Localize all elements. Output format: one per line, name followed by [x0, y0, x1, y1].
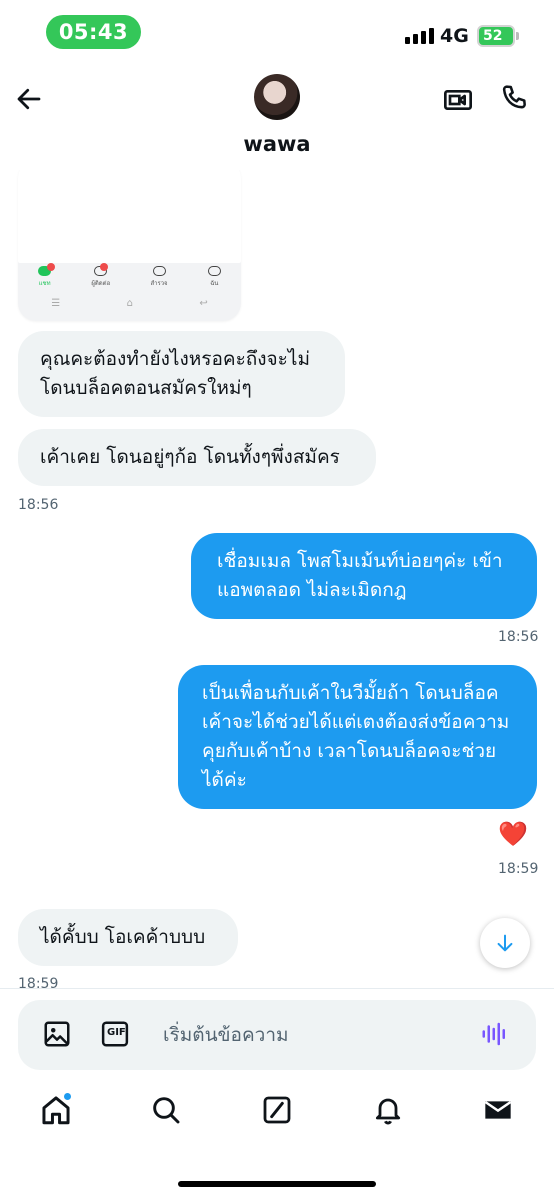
- scroll-to-bottom-button[interactable]: [480, 918, 530, 968]
- message-timestamp: 18:59: [498, 861, 539, 877]
- voice-wave-icon: [482, 1022, 505, 1046]
- media-button[interactable]: [42, 1019, 74, 1051]
- arrow-down-icon: [497, 934, 513, 952]
- attachment-tab-contacts: ผู้ติดต่อ: [91, 263, 111, 288]
- bottom-navigation: [0, 1088, 554, 1148]
- battery-icon: 52: [477, 25, 515, 47]
- back-button[interactable]: [14, 84, 46, 116]
- contact-name[interactable]: wawa: [0, 132, 554, 156]
- compass-icon: [152, 266, 166, 276]
- message-timestamp: 18:56: [18, 497, 59, 513]
- attachment-tab-label: สำรวจ: [150, 280, 168, 287]
- grok-icon: [263, 1096, 291, 1124]
- status-bar: 05:43 4G 52: [0, 0, 554, 60]
- battery-level: 52: [483, 28, 503, 44]
- message-timestamp: 18:56: [498, 629, 539, 645]
- network-label: 4G: [440, 25, 469, 47]
- gif-button[interactable]: GIF: [100, 1019, 132, 1051]
- message-list[interactable]: แชท ผู้ติดต่อ สำรวจ ฉัน ☰ ⌂ ↩ คุณคะต้องท…: [0, 170, 554, 988]
- attachment-tab-bar: แชท ผู้ติดต่อ สำรวจ ฉัน: [18, 263, 241, 291]
- message-timestamp: 18:59: [18, 976, 59, 988]
- nav-grok[interactable]: [255, 1088, 299, 1132]
- attachment-nav-bar: ☰ ⌂ ↩: [18, 291, 241, 315]
- status-time: 05:43: [46, 15, 141, 49]
- voice-message-button[interactable]: [480, 1019, 512, 1051]
- attachment-tab-explore: สำรวจ: [150, 266, 168, 288]
- attachment-tab-label: แชท: [38, 280, 51, 287]
- video-call-button[interactable]: [442, 84, 474, 116]
- avatar[interactable]: [254, 74, 300, 120]
- home-indicator: [178, 1181, 376, 1187]
- message-bubble-incoming[interactable]: คุณคะต้องทำยังไงหรอคะถึงจะไม่โดนบล็อคตอน…: [18, 331, 345, 417]
- chat-header: wawa: [0, 60, 554, 170]
- badge-dot: [100, 263, 109, 271]
- person-icon: [207, 266, 221, 276]
- nav-search[interactable]: [144, 1088, 188, 1132]
- battery-tip: [516, 32, 519, 40]
- message-composer: GIF: [18, 1000, 536, 1070]
- message-bubble-outgoing[interactable]: เชื่อมเมล โพสโมเม้นท์บ่อยๆค่ะ เข้าแอพตลอ…: [191, 533, 537, 619]
- nav-notifications[interactable]: [366, 1088, 410, 1132]
- back-icon: ↩: [199, 297, 208, 309]
- attachment-tab-chat: แชท: [38, 263, 56, 288]
- composer-divider: [0, 988, 554, 989]
- attachment-tab-label: ฉัน: [210, 280, 219, 287]
- attachment-screen: [18, 170, 241, 263]
- message-bubble-incoming[interactable]: ได้คั้บบ โอเคค้าบบบ: [18, 909, 238, 966]
- bell-icon: [375, 1098, 401, 1125]
- image-icon: [44, 1021, 70, 1047]
- message-input[interactable]: [163, 1020, 463, 1050]
- attachment-tab-me: ฉัน: [207, 266, 221, 288]
- nav-messages[interactable]: [476, 1088, 520, 1132]
- home-icon: ⌂: [126, 297, 133, 309]
- search-icon: [153, 1097, 180, 1124]
- menu-icon: ☰: [51, 297, 61, 309]
- nav-home[interactable]: [34, 1088, 78, 1132]
- attachment-tab-label: ผู้ติดต่อ: [91, 280, 111, 287]
- voice-call-button[interactable]: [498, 82, 530, 114]
- message-bubble-outgoing[interactable]: เป็นเพื่อนกับเค้าในวีมั้ยถ้า โดนบล็อคเค้…: [178, 665, 537, 809]
- back-arrow-icon: [17, 88, 41, 110]
- envelope-icon: [484, 1101, 512, 1119]
- message-bubble-incoming[interactable]: เค้าเคย โดนอยู่ๆก้อ โดนทั้งๆพึ่งสมัคร: [18, 429, 376, 486]
- heart-reaction[interactable]: ❤️: [498, 820, 528, 848]
- image-attachment[interactable]: แชท ผู้ติดต่อ สำรวจ ฉัน ☰ ⌂ ↩: [18, 170, 241, 321]
- badge-dot: [47, 263, 56, 271]
- video-camera-icon: [444, 90, 472, 110]
- notification-dot: [63, 1092, 72, 1101]
- signal-icon: [405, 28, 434, 44]
- phone-icon: [502, 85, 526, 109]
- gif-label: GIF: [107, 1027, 126, 1038]
